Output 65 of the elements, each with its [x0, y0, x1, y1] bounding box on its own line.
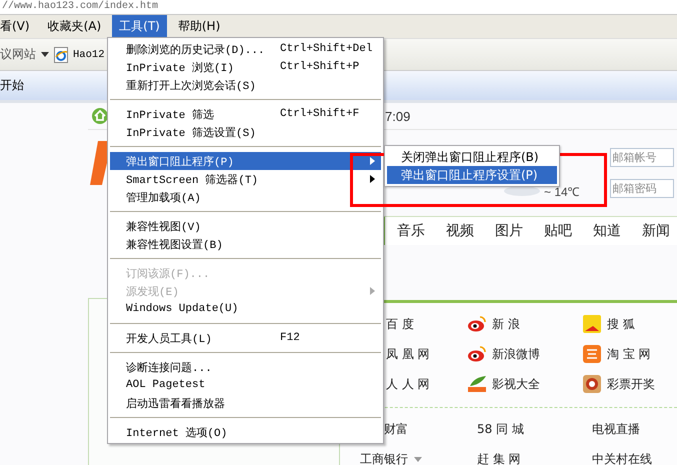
- menu-item[interactable]: 开发人员工具(L) F12: [110, 329, 381, 347]
- email-field[interactable]: 邮箱密码: [610, 179, 674, 198]
- site-link[interactable]: 淘 宝 网: [607, 346, 651, 362]
- cloud-icon: [504, 186, 540, 196]
- address-url[interactable]: //www.hao123.com/index.htm: [0, 1, 158, 13]
- eye-icon: [468, 346, 486, 362]
- menu-item[interactable]: 兼容性视图设置(B): [110, 235, 381, 253]
- site-link[interactable]: 财富: [384, 420, 408, 438]
- nav-tab[interactable]: 视频: [446, 222, 474, 240]
- site-link[interactable]: 工商银行: [360, 450, 422, 465]
- submenu-arrow-icon: [370, 175, 375, 183]
- menu-item[interactable]: 删除浏览的历史记录(D)... Ctrl+Shift+Del: [110, 40, 381, 58]
- favorite-site-dropdown[interactable]: 议网站: [0, 46, 36, 63]
- menu-item[interactable]: 重新打开上次浏览会话(S): [110, 76, 381, 94]
- email-field[interactable]: 邮箱帐号: [610, 148, 674, 167]
- square-icon: [583, 315, 601, 333]
- menu-item[interactable]: 兼容性视图(V): [110, 217, 381, 235]
- leaf-icon: [468, 376, 486, 392]
- temperature-text: ~ 14℃: [544, 184, 580, 200]
- ball-icon: [583, 375, 601, 393]
- page-icon: [54, 46, 68, 62]
- menu-item[interactable]: 关闭弹出窗口阻止程序(B): [387, 148, 557, 166]
- submenu-arrow-icon: [370, 287, 375, 295]
- site-link[interactable]: 中关村在线: [592, 450, 652, 465]
- menu-item[interactable]: InPrivate 筛选 Ctrl+Shift+F: [110, 105, 381, 123]
- menu-item[interactable]: 管理加载项(A): [110, 188, 381, 206]
- menu-item[interactable]: Internet 选项(O): [110, 423, 381, 441]
- menu-item[interactable]: 启动迅雷看看播放器: [110, 394, 381, 412]
- menu-item[interactable]: InPrivate 筛选设置(S): [110, 123, 381, 141]
- site-link[interactable]: 新 浪: [492, 316, 520, 332]
- site-link[interactable]: 赶 集 网: [477, 450, 521, 465]
- menu-item[interactable]: SmartScreen 筛选器(T): [110, 170, 381, 188]
- nav-tab[interactable]: 音乐: [397, 222, 425, 240]
- nav-tab[interactable]: 图片: [495, 222, 523, 240]
- site-link[interactable]: 凤 凰 网: [386, 346, 430, 362]
- menu-item[interactable]: InPrivate 浏览(I) Ctrl+Shift+P: [110, 58, 381, 76]
- menu-bar-item[interactable]: 工具(T): [112, 15, 167, 38]
- home-icon[interactable]: [91, 107, 109, 125]
- caret-icon: [414, 456, 422, 462]
- nav-tab[interactable]: 知道: [593, 222, 621, 240]
- menu-item[interactable]: 弹出窗口阻止程序(P): [110, 152, 381, 170]
- site-link[interactable]: 彩票开奖: [607, 376, 655, 392]
- site-link[interactable]: 人 人 网: [386, 376, 430, 392]
- caret-icon: [41, 52, 49, 57]
- menu-bar-item[interactable]: 帮助(H): [170, 15, 228, 38]
- browser-tab[interactable]: 开始: [0, 77, 24, 94]
- menu-bar-item[interactable]: 收藏夹(A): [40, 15, 108, 38]
- menu-item[interactable]: AOL Pagetest: [110, 376, 381, 394]
- eye-icon: [468, 316, 486, 332]
- menu-item[interactable]: 诊断连接问题...: [110, 358, 381, 376]
- submenu-arrow-icon: [370, 157, 375, 165]
- site-link[interactable]: 58 同 城: [477, 420, 524, 438]
- site-link[interactable]: 百 度: [386, 316, 414, 332]
- menu-item[interactable]: Windows Update(U): [110, 300, 381, 318]
- clock-time: 7:09: [385, 108, 410, 124]
- favorite-link[interactable]: Hao12: [73, 48, 105, 60]
- site-link[interactable]: 搜 狐: [607, 316, 635, 332]
- site-link[interactable]: 新浪微博: [492, 346, 540, 362]
- site-link[interactable]: 影视大全: [492, 376, 540, 392]
- nav-tab[interactable]: 新闻: [642, 222, 670, 240]
- menu-bar-item[interactable]: 看(V): [0, 15, 37, 38]
- nav-tab[interactable]: 贴吧: [544, 222, 572, 240]
- site-link[interactable]: 电视直播: [592, 420, 640, 438]
- square-icon: [583, 345, 601, 363]
- menu-item[interactable]: 弹出窗口阻止程序设置(P): [387, 166, 557, 184]
